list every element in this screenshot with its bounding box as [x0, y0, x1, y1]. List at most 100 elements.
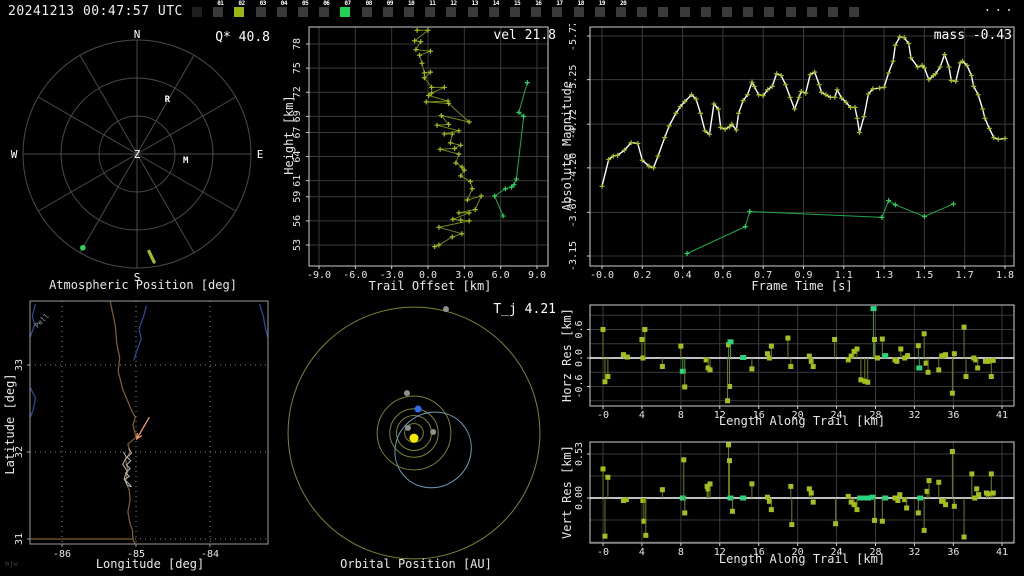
svg-text:32: 32	[908, 410, 920, 421]
svg-text:1.3: 1.3	[875, 270, 893, 281]
mass-stat: mass -0.43	[933, 28, 1012, 43]
frame-square[interactable]	[276, 7, 287, 17]
frame-button-19[interactable]: 19	[593, 0, 614, 24]
frame-button-06[interactable]: 06	[317, 0, 338, 24]
horz-res-xlabel: Length Along Trail [km]	[718, 414, 886, 428]
frame-button-05[interactable]: 05	[296, 0, 317, 24]
frame-button-10[interactable]: 10	[402, 0, 423, 24]
ground-track-map-panel: -86 -85 -84 33 32 31 Latitude [deg] Longitude…	[0, 296, 280, 576]
residual-plots: -0 4 8 12 16 20 24 28 32 36 410.60.0-0.6-0 4 8 12 16 20…	[574, 304, 1015, 558]
frame-square[interactable]	[255, 7, 266, 17]
frame-square[interactable]	[340, 7, 351, 17]
frame-button-13[interactable]: 13	[466, 0, 487, 24]
frame-square[interactable]	[573, 7, 584, 17]
svg-text:9.0: 9.0	[528, 270, 546, 281]
svg-text:36: 36	[947, 547, 959, 558]
frame-button-02[interactable]: 02	[232, 0, 253, 24]
frame-square[interactable]	[361, 7, 372, 17]
frame-square	[658, 7, 669, 17]
svg-text:31: 31	[14, 533, 25, 545]
vert-res-xlabel: Length Along Trail [km]	[718, 552, 886, 566]
frame-label: 18	[577, 0, 585, 7]
frame-square	[722, 7, 732, 17]
frame-square[interactable]	[594, 7, 605, 17]
svg-text:41: 41	[996, 547, 1008, 558]
svg-text:56: 56	[292, 215, 303, 227]
frame-square[interactable]	[552, 7, 563, 17]
frame-button-16[interactable]: 16	[529, 0, 550, 24]
frame-slot-blank	[762, 0, 783, 24]
frame-square[interactable]	[510, 7, 520, 17]
frame-time-xlabel: Frame Time [s]	[751, 279, 853, 293]
frame-button-18[interactable]: 18	[572, 0, 593, 24]
svg-text:-5.77: -5.77	[568, 24, 579, 51]
frame-label: 11	[429, 0, 436, 7]
frame-square[interactable]	[382, 7, 393, 17]
svg-text:-86: -86	[53, 549, 71, 560]
watermark-initials: mjw	[5, 560, 18, 568]
svg-text:-0.0: -0.0	[590, 270, 614, 281]
svg-text:R: R	[165, 95, 171, 105]
svg-text:0.2: 0.2	[633, 270, 651, 281]
frame-square[interactable]	[404, 7, 414, 17]
longitude-xlabel: Longitude [deg]	[95, 557, 205, 571]
ground-track-map: -86 -85 -84333231	[14, 300, 269, 560]
frame-label: 13	[471, 0, 479, 7]
svg-text:59: 59	[292, 191, 303, 203]
svg-text:8: 8	[678, 547, 684, 558]
frame-square	[849, 7, 860, 17]
frame-square[interactable]	[531, 7, 542, 17]
svg-text:36: 36	[947, 410, 959, 421]
frame-button-17[interactable]: 17	[550, 0, 571, 24]
svg-text:-0.6: -0.6	[574, 374, 585, 398]
frame-label: 02	[238, 0, 245, 7]
tisserand-stat: T_j 4.21	[493, 302, 556, 317]
frame-square[interactable]	[616, 7, 626, 17]
svg-text:M: M	[183, 156, 189, 166]
frame-button-07[interactable]: 07	[338, 0, 359, 24]
frame-square[interactable]	[213, 7, 224, 17]
frame-label: 04	[280, 0, 288, 7]
horz-res-ylabel: Horz Res [km]	[560, 308, 574, 402]
svg-text:6.0: 6.0	[492, 270, 510, 281]
svg-text:4: 4	[639, 410, 645, 421]
svg-text:78: 78	[292, 38, 303, 50]
svg-text:0.6: 0.6	[574, 320, 585, 338]
frame-button-11[interactable]: 11	[423, 0, 444, 24]
svg-text:-9.0: -9.0	[307, 270, 331, 281]
frame-label: 16	[535, 0, 542, 7]
frame-button-09[interactable]: 09	[381, 0, 402, 24]
frame-square[interactable]	[298, 7, 308, 17]
frame-square[interactable]	[467, 7, 478, 17]
svg-text:8: 8	[678, 410, 684, 421]
frame-square	[743, 7, 754, 17]
frame-button-14[interactable]: 14	[487, 0, 508, 24]
svg-text:33: 33	[14, 359, 25, 371]
frame-button-04[interactable]: 04	[275, 0, 296, 24]
frame-button-08[interactable]: 08	[360, 0, 381, 24]
frame-slot-blank	[699, 0, 720, 24]
frame-button-20[interactable]: 20	[614, 0, 635, 24]
orbital-position-plot	[287, 306, 541, 560]
frame-button-15[interactable]: 15	[508, 0, 529, 24]
frame-button-12[interactable]: 12	[444, 0, 465, 24]
frame-button-01[interactable]: 01	[211, 0, 232, 24]
residuals-panel: -0 4 8 12 16 20 24 28 32 36 41 0.6 0.0 -0.6 -0 4 8 12 16 20…	[556, 296, 1024, 576]
frame-label: 01	[217, 0, 224, 7]
svg-text:1.5: 1.5	[915, 270, 933, 281]
frame-button-03[interactable]: 03	[254, 0, 275, 24]
frame-label: 19	[598, 0, 606, 7]
trail-offset-plot: -9.0 -6.0 -3.0 0.0 3.0 6.0 9.05356596164676972…	[292, 26, 549, 281]
frame-square[interactable]	[425, 7, 436, 17]
frame-square[interactable]	[319, 7, 330, 17]
frame-square[interactable]	[488, 7, 499, 17]
meteor-analysis-dashboard: 20241213 00:47:57 UTC 01 02 03 04 05 06 07 08 09…	[0, 0, 1024, 576]
orbital-position-panel: T_j 4.21 Orbital Position [AU]	[280, 296, 570, 576]
frame-square[interactable]	[234, 7, 245, 17]
frame-slot-blank	[656, 0, 677, 24]
frame-square[interactable]	[446, 7, 457, 17]
svg-text:1.8: 1.8	[996, 270, 1014, 281]
frame-label: 08	[365, 0, 373, 7]
overflow-menu-icon[interactable]: ...	[984, 0, 1016, 15]
frame-square	[828, 7, 838, 17]
